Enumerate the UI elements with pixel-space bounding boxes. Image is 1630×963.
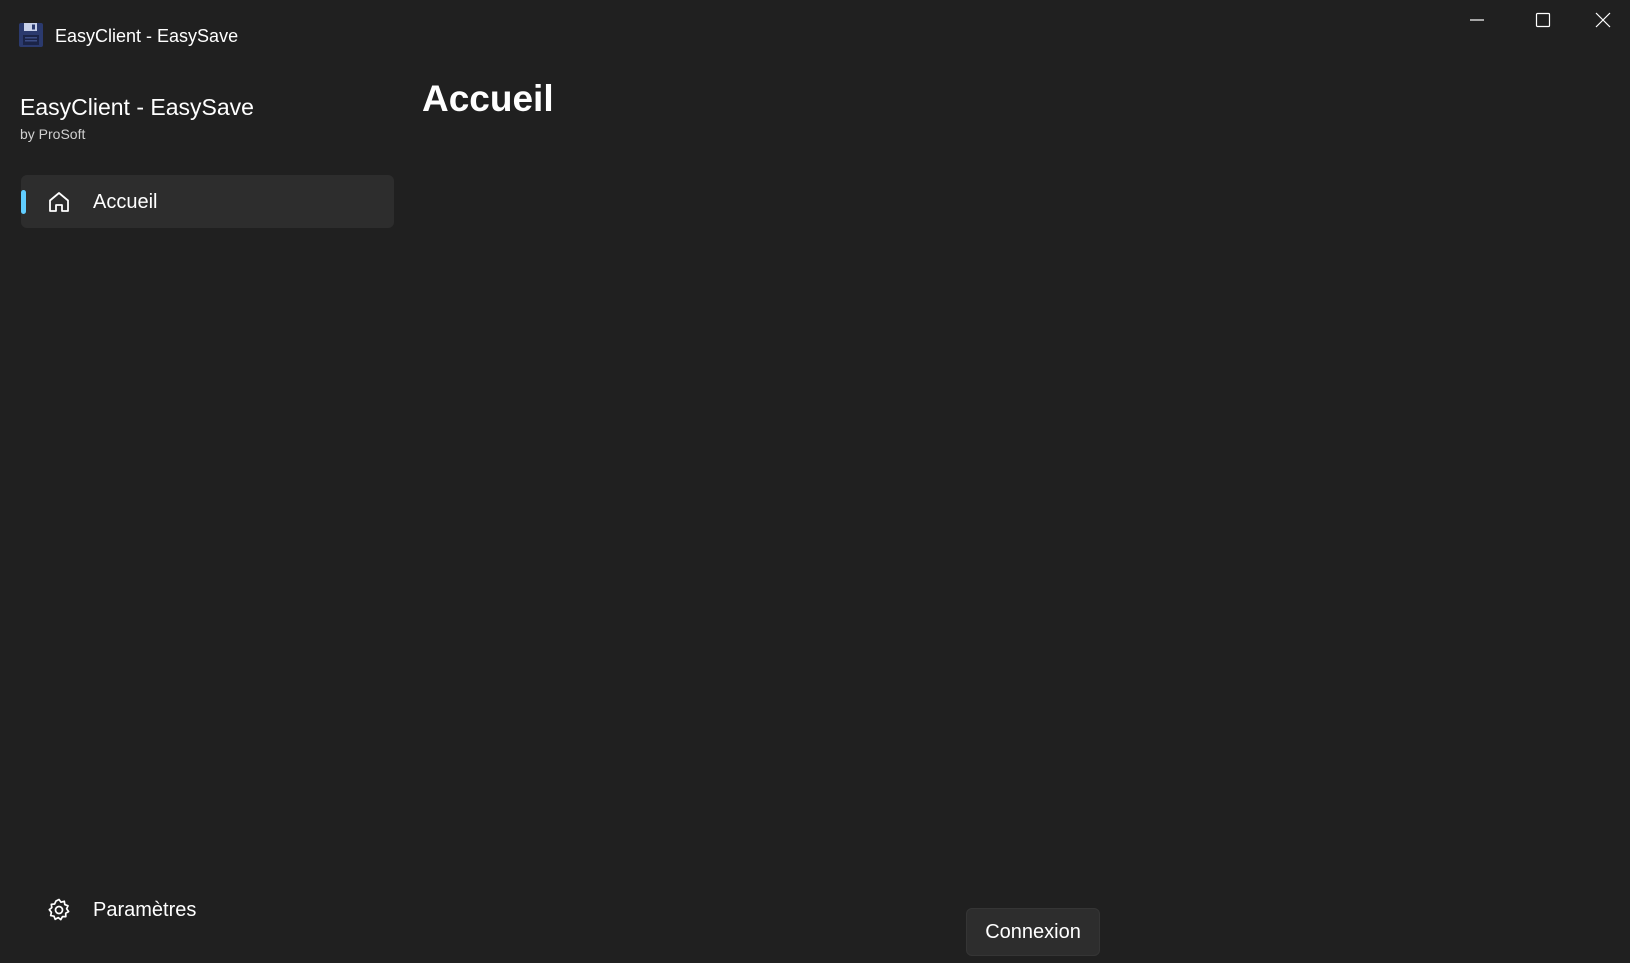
app-window: EasyClient - EasySave EasyClient - EasyS…: [0, 0, 1630, 963]
gear-icon: [46, 897, 72, 923]
sidebar-item-accueil[interactable]: Accueil: [21, 175, 394, 228]
minimize-button[interactable]: [1444, 0, 1510, 40]
sidebar-item-label: Accueil: [93, 191, 158, 213]
settings-label: Paramètres: [93, 899, 197, 921]
close-icon: [1595, 12, 1611, 28]
app-subtitle: by ProSoft: [20, 126, 86, 142]
window-title: EasyClient - EasySave: [55, 26, 239, 46]
connect-button[interactable]: Connexion: [966, 908, 1100, 956]
maximize-icon: [1535, 12, 1551, 28]
floppy-disk-icon: [18, 22, 44, 48]
title-bar[interactable]: EasyClient - EasySave: [0, 0, 1630, 66]
selection-indicator: [21, 190, 26, 214]
maximize-button[interactable]: [1510, 0, 1576, 40]
home-icon: [46, 189, 72, 215]
minimize-icon: [1469, 12, 1485, 28]
sidebar-item-settings[interactable]: Paramètres: [21, 885, 394, 935]
page-title: Accueil: [422, 78, 554, 119]
close-button[interactable]: [1576, 0, 1630, 40]
app-name: EasyClient - EasySave: [20, 94, 254, 120]
